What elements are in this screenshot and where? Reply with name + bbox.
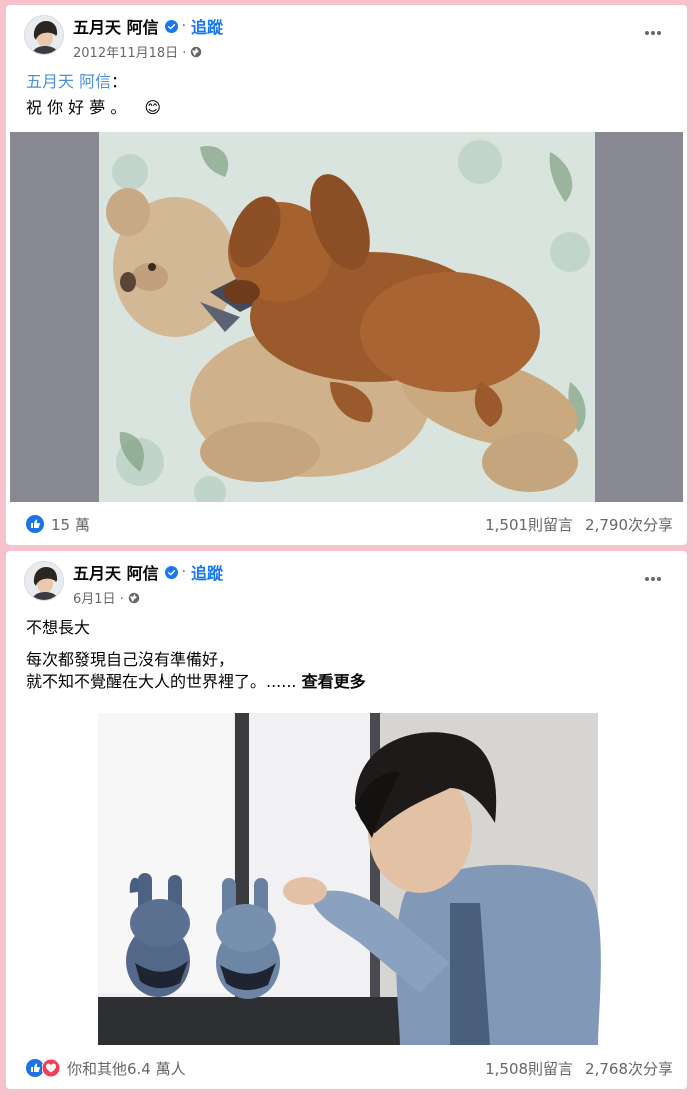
reactions-summary[interactable]: 15 萬 (26, 514, 90, 535)
mention-link[interactable]: 五月天 阿信 (26, 72, 111, 91)
reaction-count[interactable]: 你和其他6.4 萬人 (67, 1058, 186, 1079)
more-options-icon[interactable] (641, 569, 665, 589)
love-reaction-icon (42, 1059, 60, 1077)
globe-icon (191, 46, 202, 57)
post-date[interactable]: 6月1日 · (73, 588, 124, 607)
more-options-icon[interactable] (641, 23, 665, 43)
author-name[interactable]: 五月天 阿信 (73, 14, 159, 38)
post-photo-puppy[interactable] (10, 132, 683, 508)
smiley-emoji-icon: 😊 (144, 98, 162, 117)
author-name[interactable]: 五月天 阿信 (73, 560, 159, 584)
post-photo-man-with-rabbits[interactable] (10, 713, 683, 1045)
shares-count[interactable]: 2,790次分享 (585, 514, 673, 535)
post-footer: 你和其他6.4 萬人 1,508則留言 2,768次分享 (6, 1049, 687, 1087)
post-header: 五月天 阿信 · 追蹤 6月1日 · (6, 551, 687, 611)
post-card-1: 五月天 阿信 · 追蹤 2012年11月18日 · 五月天 阿信： 祝 你 好 … (6, 5, 687, 545)
verified-badge-icon (164, 19, 178, 33)
like-reaction-icon (26, 515, 44, 533)
see-more-link[interactable]: 查看更多 (302, 672, 366, 691)
separator-dot: · (181, 18, 187, 34)
post-footer: 15 萬 1,501則留言 2,790次分享 (6, 505, 687, 543)
comments-count[interactable]: 1,508則留言 (485, 1058, 573, 1079)
post-body-line-1: 每次都發現自己沒有準備好， (26, 650, 235, 669)
follow-button[interactable]: 追蹤 (191, 560, 223, 584)
post-text: 五月天 阿信： 祝 你 好 夢 。 😊 (26, 71, 161, 119)
post-body-line-2: 就不知不覺醒在大人的世界裡了。...... (26, 672, 297, 691)
globe-icon (128, 592, 140, 603)
separator-dot: · (181, 564, 187, 580)
shares-count[interactable]: 2,768次分享 (585, 1058, 673, 1079)
reactions-summary[interactable]: 你和其他6.4 萬人 (26, 1058, 186, 1079)
post-message: 祝 你 好 夢 。 (26, 98, 127, 117)
post-header: 五月天 阿信 · 追蹤 2012年11月18日 · (6, 5, 687, 65)
reaction-count[interactable]: 15 萬 (51, 514, 90, 535)
post-date[interactable]: 2012年11月18日 · (73, 42, 186, 61)
author-avatar[interactable] (24, 15, 64, 55)
post-title-line: 不想長大 (26, 618, 91, 637)
verified-badge-icon (164, 565, 178, 579)
author-avatar[interactable] (24, 561, 64, 601)
post-text: 不想長大 每次都發現自己沒有準備好， 就不知不覺醒在大人的世界裡了。......… (26, 617, 366, 693)
post-card-2: 五月天 阿信 · 追蹤 6月1日 · 不想長大 每次都發現自己沒有準備好， 就不… (6, 551, 687, 1089)
comments-count[interactable]: 1,501則留言 (485, 514, 573, 535)
mention-suffix: ： (111, 72, 128, 91)
follow-button[interactable]: 追蹤 (191, 14, 223, 38)
